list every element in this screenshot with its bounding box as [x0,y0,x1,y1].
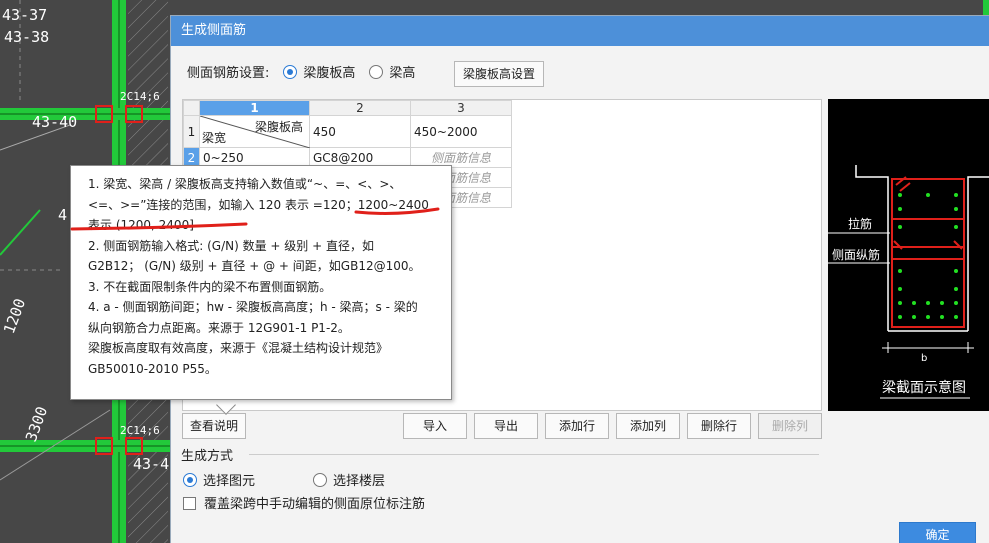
import-button[interactable]: 导入 [403,413,467,439]
setting-label: 侧面钢筋设置: [187,66,270,81]
row-header[interactable]: 1 [183,115,200,148]
add-row-button[interactable]: 添加行 [545,413,609,439]
screen: { "cad": { "labels": ["43-37", "43-38", … [0,0,989,543]
cad-axis-label: 43-40 [32,113,78,131]
width-b-label: b [921,353,928,364]
tooltip-line: 2. 侧面钢筋输入格式: (G/N) 数量 + 级别 + 直径，如 [88,238,374,253]
diag-bottom-label: 梁宽 [202,131,227,145]
column-header[interactable]: 2 [309,100,411,116]
overwrite-checkbox-row[interactable]: 覆盖梁跨中手动编辑的侧面原位标注筋 [183,493,425,512]
radio-checked-icon [283,64,298,79]
radio-label: 选择楼层 [333,474,386,489]
tooltip-line: 1. 梁宽、梁高 / 梁腹板高支持输入数值或“~、=、<、>、 [88,177,402,191]
web-height-settings-button[interactable]: 梁腹板高设置 [454,61,544,87]
ok-button[interactable]: 确定 [899,522,976,543]
radio-checked-icon [183,472,197,487]
radio-beam-height[interactable]: 梁高 [369,62,415,81]
tie-bar-label: 拉筋 [848,217,873,231]
tooltip-line: G2B12； (G/N) 级别 + 直径 + @ + 间距，如GB12@100。 [88,259,421,273]
generate-method-title: 生成方式 [181,449,234,464]
tooltip-line: 梁腹板高度取有效高度，来源于《混凝土结构设计规范》 [88,341,389,355]
delete-column-button[interactable]: 删除列 [758,413,822,439]
column-header[interactable]: 1 [199,100,310,116]
radio-label: 梁高 [389,66,416,81]
beam-section-diagram: 拉筋 侧面纵筋 b 梁截面示意图 [828,99,989,411]
cad-axis-label: 43-37 [2,6,48,24]
radio-label: 梁腹板高 [303,66,356,81]
radio-unchecked-icon [369,64,384,79]
help-tooltip: 1. 梁宽、梁高 / 梁腹板高支持输入数值或“~、=、<、>、 <=、>=”连接… [70,165,452,400]
table-cell-diagonal[interactable]: 梁腹板高 梁宽 [199,115,310,148]
view-help-button[interactable]: 查看说明 [182,413,246,439]
cad-axis-label: 43-38 [4,28,50,46]
diag-top-label: 梁腹板高 [254,120,303,134]
delete-row-button[interactable]: 删除行 [687,413,751,439]
tooltip-line: GB50010-2010 P55。 [88,361,217,376]
section-divider [249,454,819,455]
radio-unchecked-icon [313,472,328,487]
radio-label: 选择图元 [203,474,256,489]
table-cell[interactable]: 450~2000 [410,115,512,148]
column-header[interactable]: 3 [410,100,512,116]
side-rebar-setting-row: 侧面钢筋设置: 梁腹板高 梁高 [187,62,415,81]
add-column-button[interactable]: 添加列 [616,413,680,439]
radio-select-floor[interactable]: 选择楼层 [313,470,385,489]
side-rebar-label: 侧面纵筋 [832,248,881,262]
dialog-title[interactable]: 生成侧面筋 [171,16,989,46]
checkbox-label: 覆盖梁跨中手动编辑的侧面原位标注筋 [204,497,426,512]
tooltip-line: 纵向钢筋合力点距离。来源于 12G901-1 P1-2。 [88,320,350,335]
tooltip-line: 表示 (1200, 2400] [88,218,194,232]
table-corner[interactable] [183,100,200,116]
radio-web-height[interactable]: 梁腹板高 [283,62,355,81]
tooltip-line: 4. a - 侧面钢筋间距；hw - 梁腹板高高度；h - 梁高；s - 梁的 [88,300,418,314]
export-button[interactable]: 导出 [474,413,538,439]
cad-axis-label: 43-4 [133,455,170,473]
generate-method-options: 选择图元 选择楼层 [183,470,385,489]
cad-axis-label: 4 [58,206,68,224]
tooltip-line: 3. 不在截面限制条件内的梁不布置侧面钢筋。 [88,279,332,294]
checkbox-unchecked-icon[interactable] [183,497,196,510]
cad-rebar-label: 2C14;6 [120,424,160,437]
tooltip-line: <=、>=”连接的范围，如输入 120 表示 =120；1200~2400 [88,197,429,212]
radio-select-element[interactable]: 选择图元 [183,470,255,489]
diagram-caption: 梁截面示意图 [882,380,966,396]
cad-rebar-label: 2C14;6 [120,90,160,103]
table-cell[interactable]: 450 [309,115,411,148]
